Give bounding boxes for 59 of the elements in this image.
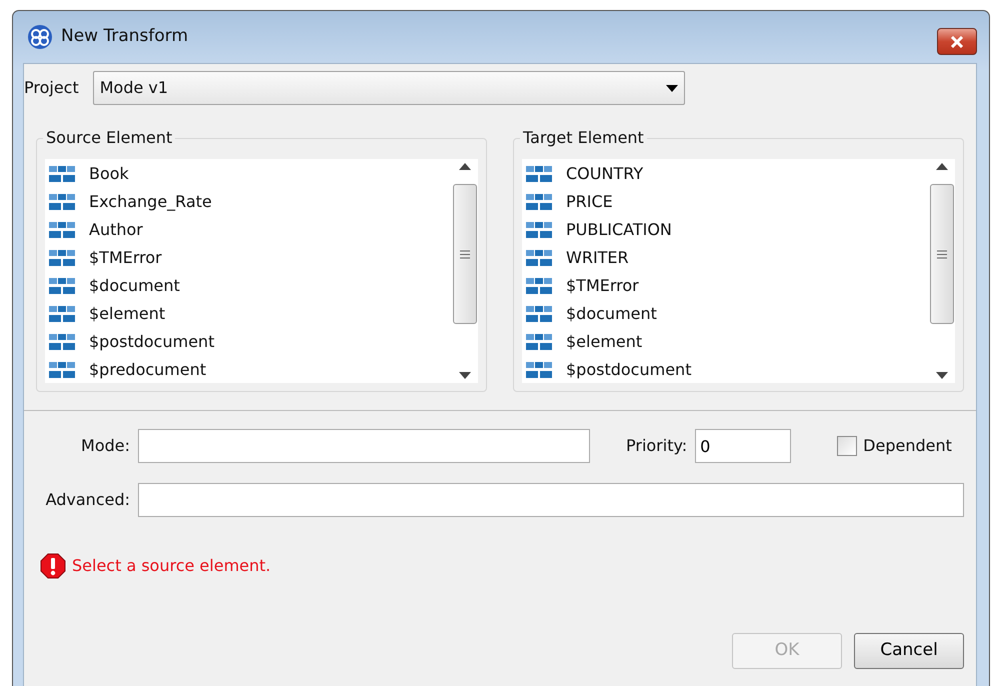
scroll-down-icon[interactable] [459, 372, 471, 379]
source-element-item[interactable]: $postdocument [89, 330, 214, 354]
source-element-item[interactable]: $TMError [89, 246, 162, 270]
close-icon [950, 36, 964, 48]
app-logo-icon [27, 24, 53, 50]
element-icon [49, 333, 75, 351]
element-icon [49, 305, 75, 323]
source-element-item[interactable]: Book [89, 162, 129, 186]
priority-field[interactable]: 0 [695, 429, 792, 463]
element-icon [526, 193, 552, 211]
target-element-item[interactable]: $postdocument [566, 358, 692, 382]
element-icon [526, 305, 552, 323]
target-element-item[interactable]: $element [566, 330, 642, 354]
scrollbar-thumb[interactable] [453, 184, 477, 324]
element-icon [49, 193, 75, 211]
project-value: Mode v1 [100, 77, 168, 99]
error-icon [40, 553, 66, 579]
grip-icon [460, 250, 470, 258]
source-element-item[interactable]: Author [89, 218, 143, 242]
element-icon [49, 165, 75, 183]
scroll-up-icon[interactable] [936, 163, 948, 170]
dependent-checkbox[interactable] [837, 436, 858, 456]
advanced-field[interactable] [138, 483, 964, 517]
error-message: Select a source element. [72, 555, 271, 577]
scrollbar-thumb[interactable] [930, 184, 954, 324]
dropdown-arrow-icon [666, 84, 678, 92]
cancel-button[interactable]: Cancel [854, 633, 964, 669]
window-title: New Transform [61, 25, 188, 48]
priority-label: Priority: [626, 435, 688, 457]
close-button[interactable] [937, 28, 977, 55]
element-icon [526, 333, 552, 351]
element-icon [49, 221, 75, 239]
mode-label: Mode: [80, 435, 130, 457]
element-icon [526, 277, 552, 295]
source-element-item[interactable]: $predocument [89, 358, 206, 382]
scroll-up-icon[interactable] [459, 163, 471, 170]
advanced-label: Advanced: [44, 489, 130, 511]
element-icon [49, 277, 75, 295]
source-element-item[interactable]: $element [89, 302, 166, 326]
target-element-item[interactable]: PUBLICATION [566, 218, 672, 242]
element-icon [526, 165, 552, 183]
source-element-item[interactable]: $document [89, 274, 180, 298]
grip-icon [937, 250, 947, 258]
project-dropdown[interactable]: Mode v1 [92, 71, 685, 105]
element-icon [49, 249, 75, 267]
project-label: Project [24, 77, 79, 99]
target-element-item[interactable]: WRITER [566, 246, 629, 270]
target-element-item[interactable]: PRICE [566, 190, 613, 214]
target-element-item[interactable]: COUNTRY [566, 162, 644, 186]
target-element-item[interactable]: $TMError [566, 274, 639, 298]
target-element-item[interactable]: $document [566, 302, 657, 326]
element-icon [526, 361, 552, 379]
scroll-down-icon[interactable] [936, 372, 948, 379]
dependent-label: Dependent [863, 435, 952, 457]
element-icon [526, 249, 552, 267]
source-element-item[interactable]: Exchange_Rate [89, 190, 212, 214]
mode-field[interactable] [138, 429, 590, 463]
element-icon [49, 361, 75, 379]
element-icon [526, 221, 552, 239]
